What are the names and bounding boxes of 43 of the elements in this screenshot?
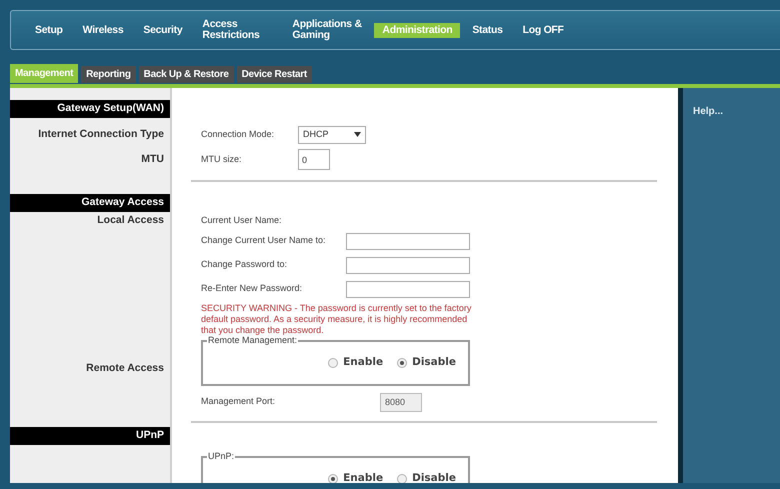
radio-button[interactable] [328, 358, 338, 368]
nav-tab[interactable]: Setup [27, 22, 71, 38]
mtu-input[interactable]: 0 [298, 149, 330, 170]
text-input[interactable] [346, 232, 470, 250]
row-label: MTU [141, 152, 164, 167]
radio-button[interactable] [397, 474, 408, 483]
field-label: MTU size: [201, 152, 242, 166]
fieldset-legend: Remote Management: [207, 335, 298, 346]
field-label: Connection Mode: [201, 128, 276, 141]
nav-tab[interactable]: Access Restrictions [194, 17, 280, 43]
text-input[interactable] [346, 280, 470, 298]
radio-button[interactable] [328, 474, 338, 483]
nav-tab[interactable]: Wireless [74, 22, 132, 38]
nav-tab[interactable]: Log OFF [514, 22, 572, 38]
sub-tab[interactable]: Back Up & Restore [138, 66, 234, 83]
connection-mode-select[interactable]: DHCP [298, 126, 366, 144]
field-label: Management Port: [201, 395, 276, 408]
section-header: UPnP [10, 427, 170, 445]
row-label: Remote Access [86, 361, 164, 376]
nav-tab[interactable]: Applications & Gaming [284, 17, 370, 43]
sub-tab[interactable]: Reporting [81, 66, 136, 83]
radio-label: Disable [412, 471, 456, 483]
fieldset-legend: UPnP: [207, 451, 236, 462]
security-warning: SECURITY WARNING - The password is currently set to the factory default password. As a security measure, it is highly recommended that you change the password. [201, 302, 472, 336]
radio-label: Disable [412, 355, 456, 370]
radio-label: Enable [343, 355, 384, 370]
field-label: Change Password to: [201, 258, 288, 272]
field-label: Current User Name: [201, 214, 282, 227]
section-header: Gateway Setup(WAN) [10, 100, 170, 118]
radio-button[interactable] [397, 358, 408, 368]
radio-label: Enable [343, 471, 384, 483]
help-link[interactable]: Help... [693, 106, 724, 117]
sub-tab[interactable]: Device Restart [236, 66, 312, 83]
row-label: Internet Connection Type [38, 126, 164, 142]
text-input[interactable] [346, 256, 470, 274]
nav-tab[interactable]: Status [464, 22, 511, 38]
field-label: Re-Enter New Password: [201, 282, 304, 296]
section-header: Gateway Access [10, 194, 170, 212]
field-label: Change Current User Name to: [201, 234, 327, 248]
port-input[interactable]: 8080 [380, 392, 422, 412]
row-label: Local Access [97, 212, 164, 228]
caret-icon [354, 132, 361, 137]
nav-tab[interactable]: Security [135, 22, 190, 38]
